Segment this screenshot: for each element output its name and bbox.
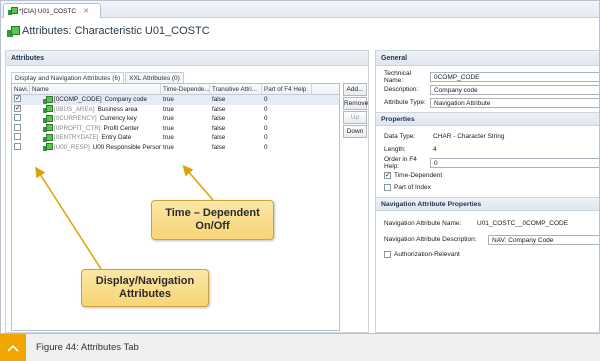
time-dependent-arrow <box>182 165 214 201</box>
caret-up-icon <box>0 334 26 361</box>
screenshot-frame: *[CIA] U01_COSTC ✕ Attributes: Character… <box>0 0 600 334</box>
display-navigation-callout: Display/Navigation Attributes <box>81 269 209 307</box>
figure-caption: Figure 44: Attributes Tab <box>36 342 139 353</box>
time-dependent-callout: Time – Dependent On/Off <box>151 200 274 240</box>
display-nav-arrow <box>35 166 102 270</box>
figure-caption-bar: Figure 44: Attributes Tab <box>0 334 600 361</box>
